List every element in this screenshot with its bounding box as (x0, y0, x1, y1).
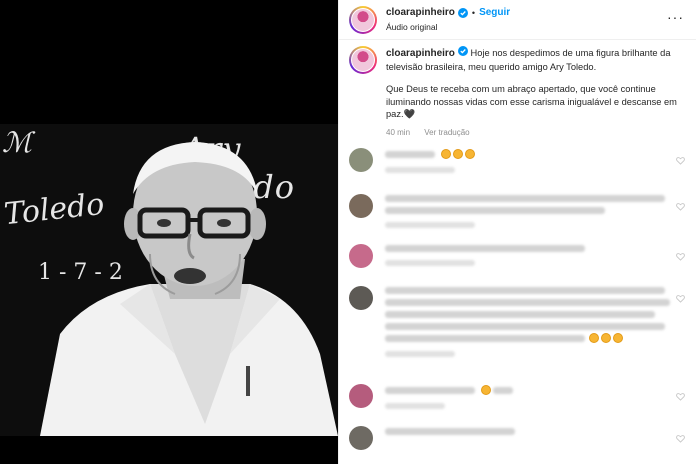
post-side-panel: cloarapinheiro • Seguir Áudio original ·… (338, 0, 696, 464)
like-heart-icon[interactable] (676, 156, 685, 165)
post-timestamp[interactable]: 40 min (386, 128, 410, 137)
commenter-avatar[interactable] (349, 244, 373, 268)
comment-list (339, 146, 696, 460)
separator-dot: • (471, 7, 476, 18)
post-caption: cloarapinheiro Hoje nos despedimos de um… (339, 40, 696, 139)
emoji-icon (613, 333, 623, 343)
emoji-icon (481, 385, 491, 395)
commenter-avatar[interactable] (349, 384, 373, 408)
commenter-avatar[interactable] (349, 148, 373, 172)
more-options-icon[interactable]: ··· (667, 10, 684, 24)
emoji-icon (465, 149, 475, 159)
caption-text-paragraph-2: Que Deus te receba com um abraço apertad… (386, 84, 677, 119)
commenter-avatar[interactable] (349, 426, 373, 450)
comment-item (339, 242, 696, 284)
like-heart-icon[interactable] (676, 252, 685, 261)
see-translation-link[interactable]: Ver tradução (424, 128, 469, 137)
comment-item (339, 192, 696, 242)
like-heart-icon[interactable] (676, 294, 685, 303)
author-username[interactable]: cloarapinheiro (386, 6, 455, 20)
emoji-icon (601, 333, 611, 343)
man-portrait-image (40, 142, 338, 436)
follow-button[interactable]: Seguir (479, 6, 510, 20)
comment-item (339, 146, 696, 192)
like-heart-icon[interactable] (676, 434, 685, 443)
emoji-icon (441, 149, 451, 159)
verified-badge-icon (457, 46, 468, 56)
comment-item (339, 382, 696, 424)
video-frame[interactable]: ℳ Ary Toledo Toledo 1 - 7 - 2 (0, 124, 338, 436)
caption-username[interactable]: cloarapinheiro (386, 48, 455, 59)
commenter-avatar[interactable] (349, 286, 373, 310)
like-heart-icon[interactable] (676, 202, 685, 211)
caption-avatar[interactable] (349, 46, 377, 74)
post-header: cloarapinheiro • Seguir Áudio original ·… (339, 0, 696, 40)
like-heart-icon[interactable] (676, 392, 685, 401)
commenter-avatar[interactable] (349, 194, 373, 218)
author-avatar[interactable] (349, 5, 377, 34)
comment-item (339, 424, 696, 460)
audio-label[interactable]: Áudio original (386, 20, 510, 34)
emoji-icon (453, 149, 463, 159)
verified-badge-icon (457, 7, 468, 18)
comment-item (339, 284, 696, 382)
post-media[interactable]: ℳ Ary Toledo Toledo 1 - 7 - 2 (0, 0, 338, 464)
emoji-icon (589, 333, 599, 343)
